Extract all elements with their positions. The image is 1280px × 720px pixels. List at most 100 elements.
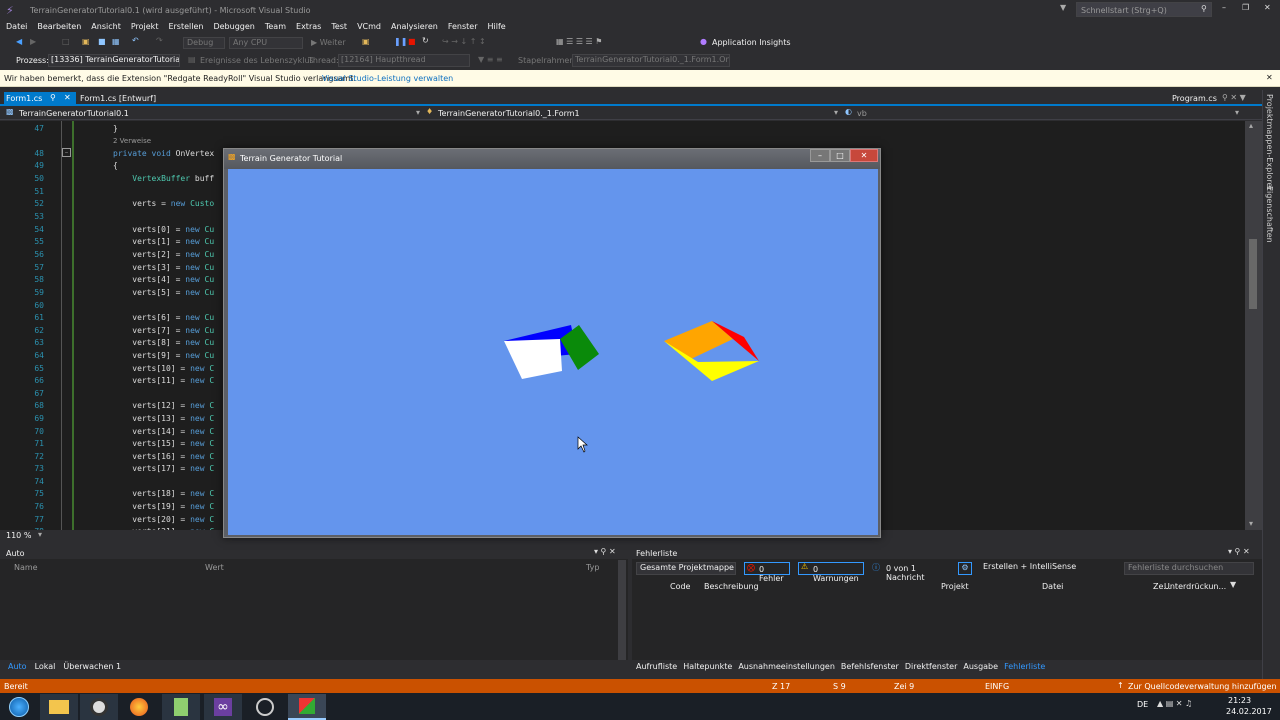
- menu-analysieren[interactable]: Analysieren: [391, 22, 438, 31]
- save-icon[interactable]: ■: [98, 37, 106, 46]
- taskbar-firefox[interactable]: [120, 694, 158, 720]
- config-select[interactable]: Debug: [183, 37, 225, 49]
- app-minimize-button[interactable]: –: [810, 149, 830, 162]
- pause-icon[interactable]: ❚❚: [394, 37, 407, 46]
- project-dropdown[interactable]: ▩ TerrainGeneratorTutorial0.1 ▾: [6, 107, 424, 119]
- tab-form1-cs[interactable]: Form1.cs ⚲ ✕: [4, 92, 76, 106]
- tab-fehlerliste[interactable]: Fehlerliste: [1004, 662, 1045, 671]
- render-canvas[interactable]: [228, 169, 878, 535]
- stop-icon[interactable]: ■: [408, 37, 416, 46]
- taskbar-notepad[interactable]: [162, 694, 200, 720]
- back-icon[interactable]: ◀: [16, 37, 22, 46]
- taskbar-visual-studio[interactable]: ∞: [204, 694, 242, 720]
- restart-icon[interactable]: ↻: [422, 36, 429, 45]
- menu-team[interactable]: Team: [265, 22, 286, 31]
- platform-select[interactable]: Any CPU: [229, 37, 303, 49]
- insights-button[interactable]: Application Insights: [712, 38, 791, 47]
- start-button[interactable]: [0, 694, 38, 720]
- col-name[interactable]: Name: [14, 563, 38, 572]
- col-code[interactable]: Code: [670, 582, 690, 591]
- error-search-input[interactable]: Fehlerliste durchsuchen: [1124, 562, 1254, 575]
- scroll-up-icon[interactable]: ▴: [1249, 121, 1253, 130]
- tab-ausgabe[interactable]: Ausgabe: [963, 662, 998, 671]
- toolbar-misc-icons[interactable]: ▦ ☰ ☰ ☰ ⚑: [556, 37, 602, 46]
- info-link[interactable]: Visual Studio-Leistung verwalten: [322, 74, 453, 83]
- open-folder-icon[interactable]: ▣: [82, 37, 90, 46]
- taskbar-app2[interactable]: [80, 694, 118, 720]
- language-indicator[interactable]: DE: [1137, 700, 1148, 709]
- menu-hilfe[interactable]: Hilfe: [488, 22, 506, 31]
- messages-filter-button[interactable]: ⓘ 0 von 1 Nachricht: [870, 562, 952, 582]
- quick-launch[interactable]: Schnellstart (Strg+Q) ⚲: [1076, 2, 1212, 17]
- close-button[interactable]: ✕: [1264, 3, 1271, 12]
- col-type[interactable]: Typ: [586, 563, 599, 572]
- menu-test[interactable]: Test: [331, 22, 347, 31]
- col-description[interactable]: Beschreibung: [704, 582, 759, 591]
- build-filter-icon[interactable]: ⚙: [958, 562, 972, 575]
- build-select[interactable]: Erstellen + IntelliSense: [980, 562, 1080, 575]
- source-control-button[interactable]: Zur Quellcodeverwaltung hinzufügen: [1128, 682, 1277, 691]
- errors-filter-button[interactable]: ⨂ 0 Fehler: [744, 562, 790, 583]
- col-file[interactable]: Datei: [1042, 582, 1063, 591]
- tab-program-cs[interactable]: Program.cs: [1172, 94, 1217, 103]
- menu-erstellen[interactable]: Erstellen: [168, 22, 203, 31]
- stack-select[interactable]: TerrainGeneratorTutorial0._1.Form1.OnVe: [572, 54, 730, 67]
- target-icon[interactable]: ▣: [362, 37, 370, 46]
- scroll-down-icon[interactable]: ▾: [1249, 519, 1253, 528]
- menu-bearbeiten[interactable]: Bearbeiten: [37, 22, 81, 31]
- tab-close-icon[interactable]: ✕: [64, 93, 71, 102]
- filter-icon[interactable]: ▼: [1230, 580, 1236, 589]
- scope-select[interactable]: Gesamte Projektmappe: [636, 562, 736, 575]
- forward-icon[interactable]: ▶: [30, 37, 36, 46]
- col-value[interactable]: Wert: [205, 563, 224, 572]
- menu-projekt[interactable]: Projekt: [131, 22, 159, 31]
- tab-aufrufliste[interactable]: Aufrufliste: [636, 662, 677, 671]
- info-close-icon[interactable]: ✕: [1266, 73, 1273, 82]
- panel-controls[interactable]: ▾ ⚲ ✕: [594, 547, 616, 556]
- minimize-button[interactable]: –: [1222, 3, 1226, 12]
- autos-scrollbar[interactable]: [618, 560, 626, 660]
- menu-debuggen[interactable]: Debuggen: [213, 22, 254, 31]
- tab-lokal[interactable]: Lokal: [35, 662, 56, 671]
- chevron-down-icon[interactable]: ▾: [38, 530, 42, 539]
- properties-tab[interactable]: Eigenschaften: [1265, 186, 1274, 243]
- taskbar-explorer[interactable]: [40, 694, 78, 720]
- tray-icons[interactable]: ▲ ▤ ✕ ♫: [1157, 699, 1192, 708]
- tab-overflow-icons[interactable]: ⚲ ✕ ▼: [1222, 93, 1246, 102]
- menu-extras[interactable]: Extras: [296, 22, 321, 31]
- lifecycle-select[interactable]: Ereignisse des Lebenszyklus: [200, 56, 314, 65]
- quick-launch-input[interactable]: Schnellstart (Strg+Q): [1081, 6, 1167, 15]
- redo-icon[interactable]: ↷: [156, 36, 163, 45]
- filter-icon[interactable]: ▼: [1060, 3, 1066, 12]
- solution-explorer-tab[interactable]: Projektmappen-Explorer: [1265, 94, 1274, 191]
- undo-icon[interactable]: ↶: [132, 36, 139, 45]
- warnings-filter-button[interactable]: ⚠ 0 Warnungen: [798, 562, 864, 583]
- taskbar-app6[interactable]: [246, 694, 284, 720]
- menu-ansicht[interactable]: Ansicht: [91, 22, 121, 31]
- class-dropdown[interactable]: ♦ TerrainGeneratorTutorial0._1.Form1 ▾: [426, 107, 842, 119]
- pin-icon[interactable]: ⚲: [50, 93, 56, 102]
- zoom-level[interactable]: 110 %: [6, 531, 31, 540]
- continue-button[interactable]: ▶ Weiter: [311, 38, 346, 47]
- thread-select[interactable]: [12164] Hauptthread: [338, 54, 470, 67]
- menu-fenster[interactable]: Fenster: [448, 22, 478, 31]
- scrollbar-thumb[interactable]: [1249, 239, 1257, 309]
- new-item-icon[interactable]: □: [62, 37, 70, 46]
- terrain-app-window[interactable]: ▩ Terrain Generator Tutorial – □ ✕: [223, 148, 881, 538]
- tab-überwachen-1[interactable]: Überwachen 1: [63, 662, 121, 671]
- tab-auto[interactable]: Auto: [8, 662, 27, 671]
- col-project[interactable]: Projekt: [941, 582, 969, 591]
- editor-scrollbar[interactable]: ▴ ▾: [1245, 121, 1262, 530]
- app-maximize-button[interactable]: □: [830, 149, 850, 162]
- tab-befehlsfenster[interactable]: Befehlsfenster: [841, 662, 899, 671]
- app-title-bar[interactable]: ▩ Terrain Generator Tutorial – □ ✕: [224, 149, 880, 169]
- tab-form1-design[interactable]: Form1.cs [Entwurf]: [80, 94, 156, 103]
- menu-datei[interactable]: Datei: [6, 22, 27, 31]
- taskbar-terrain-app[interactable]: [288, 694, 326, 720]
- save-all-icon[interactable]: ▦: [112, 37, 120, 46]
- tab-direktfenster[interactable]: Direktfenster: [905, 662, 958, 671]
- col-suppressed[interactable]: Unterdrückun...: [1164, 582, 1226, 591]
- tab-haltepunkte[interactable]: Haltepunkte: [683, 662, 732, 671]
- restore-button[interactable]: ❐: [1242, 3, 1249, 12]
- member-dropdown[interactable]: ◐ vb ▾: [845, 107, 1245, 119]
